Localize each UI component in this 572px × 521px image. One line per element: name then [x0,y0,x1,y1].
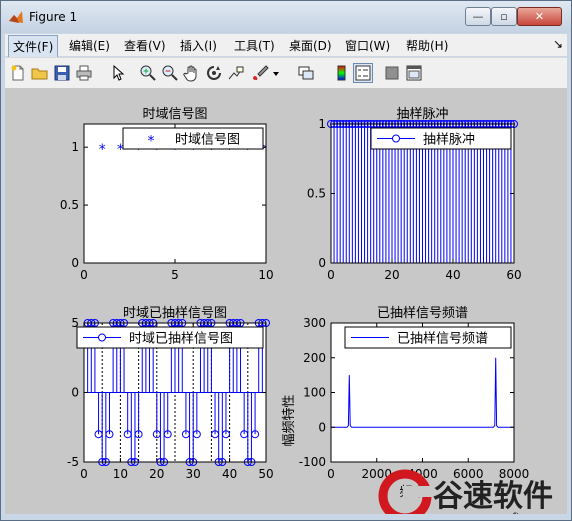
menu-file[interactable]: 文件(F) [8,35,59,58]
y-tick-label: 0 [71,386,79,400]
x-tick-label: 0 [327,467,335,481]
y-tick-label: -5 [67,455,79,469]
y-tick-label: 200 [303,351,326,365]
y-tick-label: 1 [318,117,326,131]
menu-tools[interactable]: 工具(T) [234,37,275,54]
watermark-logo-notch [403,486,433,497]
window-title: Figure 1 [29,10,78,24]
x-tick-label: 0 [327,268,335,282]
x-tick-label: 0 [80,268,88,282]
close-button[interactable]: ✕ [517,7,562,26]
zoom-in-icon[interactable] [139,64,157,82]
new-file-icon[interactable] [9,64,27,82]
watermark-brand: 谷速软件 [433,479,553,514]
legend-label: 时域信号图 [175,133,240,148]
minimize-button[interactable]: — [465,7,491,26]
plots-canvas: * * * * * * * * * *0 5 1000.51时域信号图* 时域信号图0 20 40 6000.… [60,107,553,521]
chart-title: 已抽样信号频谱 [377,306,468,321]
x-tick-label: 60 [506,268,521,282]
y-tick-label: 300 [303,316,326,330]
menu-view[interactable]: 查看(V) [124,37,166,54]
legend-label: 已抽样信号频谱 [397,332,488,347]
y-tick-label: 1 [71,140,79,154]
watermark-url: www.gususoft.com [437,511,550,514]
matlab-logo-icon [9,11,23,23]
legend-label: 抽样脉冲 [423,133,475,148]
zoom-out-icon[interactable] [161,64,179,82]
legend: 已抽样信号频谱 [344,326,512,349]
data-cursor-icon[interactable] [227,64,245,82]
show-plot-tools-icon[interactable] [405,64,423,82]
legend-marker: * [148,134,155,150]
chart-title: 时域已抽样信号图 [123,306,227,321]
legend-marker [392,134,400,143]
x-tick-label: 0 [80,467,88,481]
x-tick-label: 5 [171,268,179,282]
x-tick-label: 40 [445,268,460,282]
pointer-icon[interactable] [109,64,127,82]
legend: 时域已抽样信号图 [76,326,264,349]
rotate-3d-icon[interactable] [205,64,223,82]
colorbar-icon[interactable] [333,64,351,82]
legend: 抽样脉冲 [370,127,512,150]
x-tick-label: 40 [222,467,237,481]
legend: * 时域信号图 [122,127,264,150]
maximize-button[interactable]: ▫ [491,7,517,26]
chart-1: * * * * * * * * * *0 5 1000.51时域信号图* 时域信号图 [60,107,274,282]
y-tick-label: 0.5 [307,187,326,201]
y-tick-label: 0 [318,256,326,270]
menu-bar: 文件(F) 编辑(E) 查看(V) 插入(I) 工具(T) 桌面(D) 窗口(W… [5,34,567,58]
x-tick-label: 30 [186,467,201,481]
link-plot-icon[interactable] [297,64,315,82]
menu-insert[interactable]: 插入(I) [180,37,217,54]
figure-canvas: * * * * * * * * * * 0 5 10 0 0.5 1 时域信号图 * 时域信号图 0 20 40 60 0 0.… [5,88,567,521]
legend-label: 时域已抽样信号图 [129,332,233,347]
y-tick-label: 0 [318,420,326,434]
open-folder-icon[interactable] [31,64,49,82]
chart-title: 抽样脉冲 [396,107,448,122]
y-tick-label: 0.5 [60,198,79,212]
x-tick-label: 10 [258,268,273,282]
y-tick-label: 100 [303,386,326,400]
x-tick-label: 20 [149,467,164,481]
x-tick-label: 10 [113,467,128,481]
chart-3: 0 10 20 30 40 50-505时域已抽样信号图时域已抽样信号图 [67,306,274,481]
menu-window[interactable]: 窗口(W) [345,37,390,54]
figure-window: Figure 1 — ▫ ✕ 文件(F) 编辑(E) 查看(V) 插入(I) 工… [0,0,572,521]
print-icon[interactable] [75,64,93,82]
brush-dropdown-icon[interactable] [271,64,281,82]
menu-desktop[interactable]: 桌面(D) [289,37,332,54]
y-tick-label: 0 [71,256,79,270]
data-point: * [99,142,106,158]
chart-2: 0 20 40 6000.51抽样脉冲抽样脉冲 [307,107,522,282]
save-icon[interactable] [53,64,71,82]
x-tick-label: 50 [258,467,273,481]
toolbar [5,57,567,88]
menu-dock-arrow[interactable]: ↘ [553,37,563,51]
pan-hand-icon[interactable] [183,64,201,82]
y-tick-label: -100 [299,455,326,469]
y-axis-label: 幅频特性 [282,394,297,446]
hide-plot-tools-icon[interactable] [383,64,401,82]
menu-help[interactable]: 帮助(H) [406,37,448,54]
legend-marker [98,333,106,342]
chart-title: 时域信号图 [142,107,207,122]
x-tick-label: 20 [384,268,399,282]
title-bar[interactable]: Figure 1 — ▫ ✕ [1,1,571,33]
menu-edit[interactable]: 编辑(E) [69,37,110,54]
legend-icon[interactable] [353,63,373,83]
brush-icon[interactable] [251,64,269,82]
